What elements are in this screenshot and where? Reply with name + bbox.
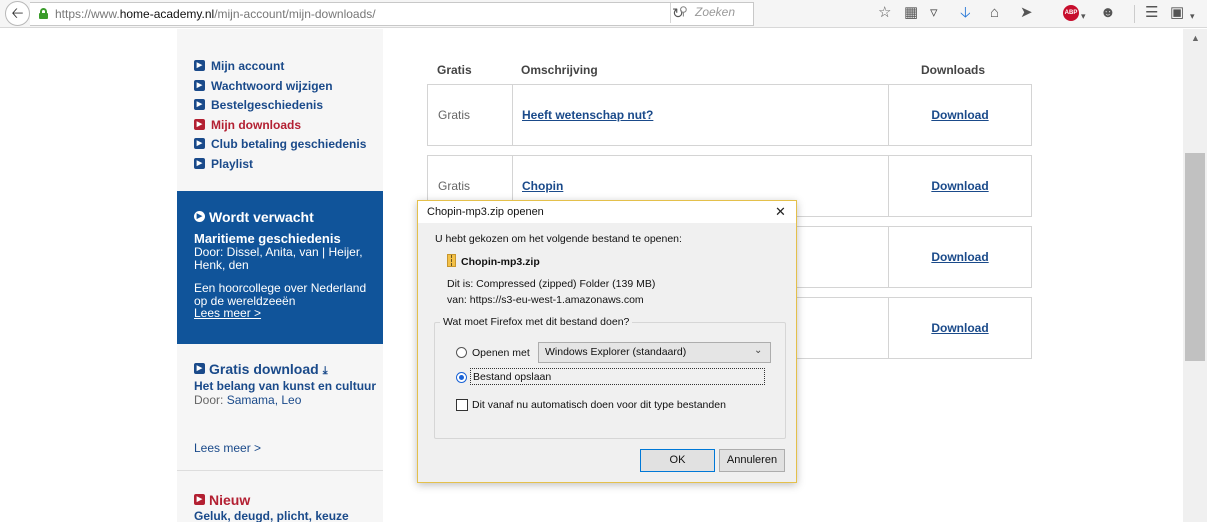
dialog-titlebar[interactable]: Chopin-mp3.zip openen ✕ [418,201,796,223]
back-button[interactable]: 🡠 [5,1,30,26]
adblock-dropdown-icon[interactable]: ▾ [1081,6,1086,26]
chevron-right-icon: ▶ [194,118,205,130]
menu-item-mijn-downloads[interactable]: ▶ Mijn downloads [194,118,366,138]
adblock-icon[interactable]: ABP [1063,5,1079,21]
open-with-select[interactable]: Windows Explorer (standaard) ⌄ [538,342,771,363]
free-download-block: ▶ Gratis download ⤓ Het belang van kunst e… [194,361,379,407]
chevron-down-icon: ⌄ [754,345,763,356]
chevron-right-icon: ▶ [194,363,205,374]
ok-button[interactable]: OK [640,449,715,472]
upcoming-author: Door: Dissel, Anita, van | Heijer, Henk,… [194,245,363,272]
search-placeholder: Zoeken [695,5,736,19]
scrollbar-thumb[interactable] [1185,153,1205,361]
chevron-right-icon: ▶ [194,157,205,169]
bookmarks-menu-icon[interactable]: ▦ [904,3,918,23]
row-price: Gratis [428,85,513,145]
extension-box-icon[interactable]: ▣ [1170,3,1184,23]
file-source: van: https://s3-eu-west-1.amazonaws.com [447,294,644,306]
new-title: ▶ Nieuw [194,492,349,508]
upcoming-description: Een hoorcollege over Nederland op de wer… [194,281,367,308]
upcoming-subtitle: Maritieme geschiedenis [194,231,341,246]
file-type: Dit is: Compressed (zipped) Folder (139 … [447,278,656,290]
chevron-right-icon: ▶ [194,211,205,222]
chevron-right-icon: ▶ [194,99,205,110]
search-input[interactable]: ⚲ Zoeken [670,3,854,23]
scroll-up-arrow-icon[interactable]: ▲ [1191,33,1200,43]
table-row: Gratis Heeft wetenschap nut? Download [427,84,1032,146]
file-name: Chopin-mp3.zip [461,256,540,268]
page-scrollbar[interactable]: ▲ [1183,29,1207,522]
address-bar[interactable]: https://www.home-academy.nl/mijn-account… [30,2,754,26]
download-link[interactable]: Download [889,85,1031,145]
open-with-label[interactable]: Openen met [472,347,530,359]
extension-icon[interactable]: ☻ [1100,3,1116,23]
zip-file-icon [447,254,456,267]
chevron-right-icon: ▶ [194,60,205,71]
upcoming-title: ▶ Wordt verwacht [194,209,383,225]
menu-item-club-betaling[interactable]: ▶ Club betaling geschiedenis [194,137,366,157]
download-icon: ⤓ [322,365,328,377]
pocket-icon[interactable]: ▿ [930,3,938,23]
action-group-label: Wat moet Firefox met dit bestand doen? [440,316,633,328]
dialog-title: Chopin-mp3.zip openen [427,206,544,218]
upcoming-panel: ▶ Wordt verwacht Maritieme geschiedenis D… [177,191,383,344]
column-header-price: Gratis [437,63,472,77]
toolbar-separator [1134,5,1135,23]
free-download-read-more-link[interactable]: Lees meer > [194,441,261,455]
open-with-radio[interactable] [456,347,467,358]
bookmark-star-icon[interactable]: ☆ [878,3,891,23]
sidebar-divider [177,470,383,471]
open-file-dialog: Chopin-mp3.zip openen ✕ U hebt gekozen o… [417,200,797,483]
menu-item-wachtwoord[interactable]: ▶ Wachtwoord wijzigen [194,79,366,99]
column-header-description: Omschrijving [521,63,598,77]
browser-toolbar: 🡠 https://www.home-academy.nl/mijn-accou… [0,0,1207,28]
open-with-value: Windows Explorer (standaard) [545,346,687,358]
cancel-button[interactable]: Annuleren [719,449,785,472]
search-icon: ⚲ [679,4,688,18]
lock-icon [39,8,48,19]
free-download-author: Door: Samama, Leo [194,393,302,407]
dialog-intro: U hebt gekozen om het volgende bestand t… [435,233,682,245]
send-icon[interactable]: ➤ [1020,3,1033,23]
extension-dropdown-icon[interactable]: ▾ [1190,6,1195,26]
menu-item-bestelgeschiedenis[interactable]: ▶ Bestelgeschiedenis [194,98,366,118]
auto-action-checkbox[interactable] [456,399,468,411]
download-link[interactable]: Download [889,298,1031,358]
auto-action-label[interactable]: Dit vanaf nu automatisch doen voor dit t… [472,399,726,411]
upcoming-read-more-link[interactable]: Lees meer > [194,307,374,320]
row-title-link[interactable]: Heeft wetenschap nut? [513,85,889,145]
url-text: https://www.home-academy.nl/mijn-account… [55,7,376,21]
new-subtitle[interactable]: Geluk, deugd, plicht, keuze [194,509,349,522]
home-icon[interactable]: ⌂ [990,3,999,23]
new-block: ▶ Nieuw Geluk, deugd, plicht, keuze [194,492,349,522]
chevron-right-icon: ▶ [194,79,205,91]
free-download-subtitle[interactable]: Het belang van kunst en cultuur [194,379,379,393]
chevron-right-icon: ▶ [194,494,205,505]
menu-item-mijn-account[interactable]: ▶ Mijn account [194,59,366,79]
sidebar: ▶ Mijn account ▶ Wachtwoord wijzigen ▶ Best… [177,29,383,522]
menu-item-playlist[interactable]: ▶ Playlist [194,157,366,177]
save-file-label[interactable]: Bestand opslaan [470,368,765,385]
chevron-right-icon: ▶ [194,138,205,149]
free-download-title: ▶ Gratis download ⤓ [194,361,379,378]
hamburger-menu-icon[interactable]: ☰ [1145,3,1158,23]
account-menu: ▶ Mijn account ▶ Wachtwoord wijzigen ▶ Best… [194,59,366,176]
close-icon[interactable]: ✕ [775,204,786,220]
download-link[interactable]: Download [889,227,1031,287]
column-header-downloads: Downloads [921,63,986,77]
downloads-icon[interactable]: 🡣 [960,3,971,23]
save-file-radio[interactable] [456,372,467,383]
back-arrow-icon: 🡠 [11,5,24,22]
download-link[interactable]: Download [889,156,1031,216]
